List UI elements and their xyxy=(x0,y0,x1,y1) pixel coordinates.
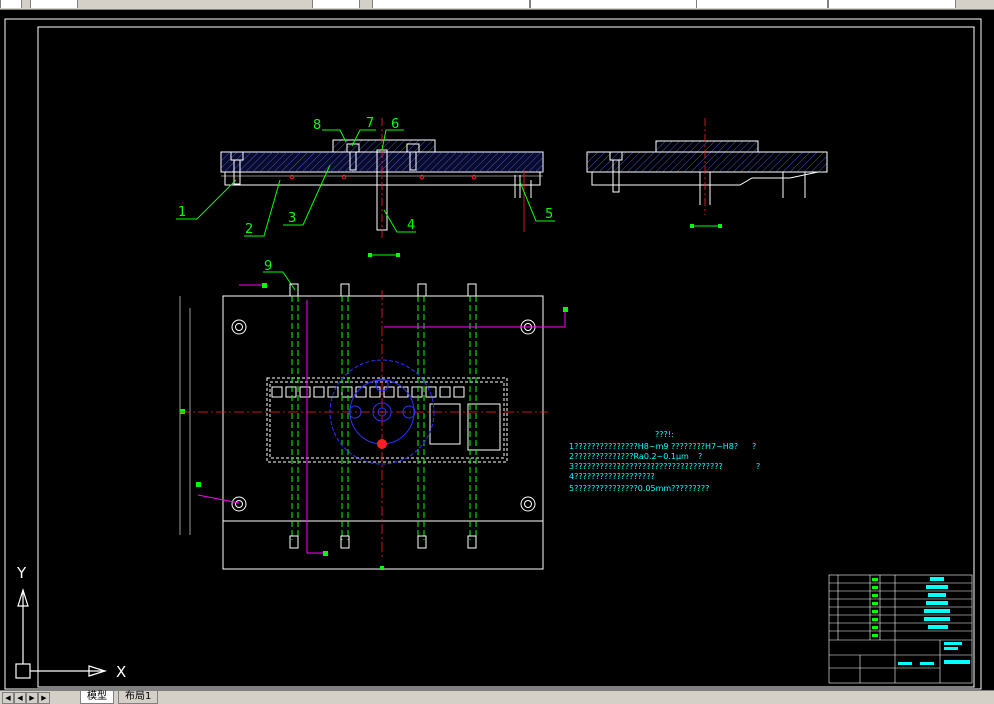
layout-tab-bar: ◀ ◀ ▶ ▶ 模型 布局1 xyxy=(0,690,994,704)
plotstyle-dropdown[interactable] xyxy=(828,0,956,8)
title-block xyxy=(828,574,973,684)
layer-dropdown[interactable] xyxy=(372,0,530,8)
part-number-6: 6 xyxy=(391,117,399,132)
note-mark-3: ? xyxy=(756,462,760,471)
title-block-fills xyxy=(898,577,970,665)
first-tab-button[interactable]: ◀ xyxy=(2,692,14,704)
toolbar-icon[interactable] xyxy=(312,0,360,8)
part-number-4: 4 xyxy=(407,218,415,233)
ucs-x-label: X xyxy=(116,663,126,681)
last-tab-button[interactable]: ▶ xyxy=(38,692,50,704)
part-number-1: 1 xyxy=(178,205,186,220)
toolbar-icon[interactable] xyxy=(0,0,22,8)
notes-title: ???!: xyxy=(655,430,674,439)
inner-frame xyxy=(37,26,975,688)
note-line-3: 3??????????????????????????????????? xyxy=(569,462,723,471)
note-line-1: 1???????????????H8~m9 ????????H7~H8? xyxy=(569,442,738,451)
next-tab-button[interactable]: ▶ xyxy=(26,692,38,704)
tab-layout1[interactable]: 布局1 xyxy=(118,691,159,704)
note-mark-2: ? xyxy=(698,452,702,461)
part-number-9: 9 xyxy=(264,259,272,274)
part-number-5: 5 xyxy=(545,207,553,222)
prev-tab-button[interactable]: ◀ xyxy=(14,692,26,704)
tab-model[interactable]: 模型 xyxy=(80,691,114,704)
toolbar-icon[interactable] xyxy=(30,0,78,8)
lineweight-dropdown[interactable] xyxy=(696,0,828,8)
part-number-7: 7 xyxy=(366,116,374,131)
note-mark-1: ? xyxy=(752,442,756,451)
section-view-main xyxy=(220,118,544,257)
side-view xyxy=(586,118,828,228)
note-line-4: 4??????????????????? xyxy=(569,472,655,481)
drawing-canvas[interactable]: 1 2 3 4 5 6 7 8 9 ???!: 1???????????????… xyxy=(0,10,994,690)
ucs-icon xyxy=(15,587,108,679)
ucs-y-label: Y xyxy=(16,564,27,582)
outer-frame xyxy=(4,18,982,690)
note-line-2: 2??????????????Ra0.2~0.1μm xyxy=(569,452,689,461)
part-number-2: 2 xyxy=(245,222,253,237)
toolbar-strip xyxy=(0,0,994,10)
note-line-5: 5???????????????0.05mm????????? xyxy=(569,484,709,493)
title-block-numbers xyxy=(872,578,878,637)
linetype-dropdown[interactable] xyxy=(530,0,698,8)
plan-view xyxy=(179,283,568,570)
technical-notes: ???!: 1???????????????H8~m9 ????????H7~H… xyxy=(569,430,760,493)
part-number-8: 8 xyxy=(313,118,321,133)
part-number-3: 3 xyxy=(288,211,296,226)
